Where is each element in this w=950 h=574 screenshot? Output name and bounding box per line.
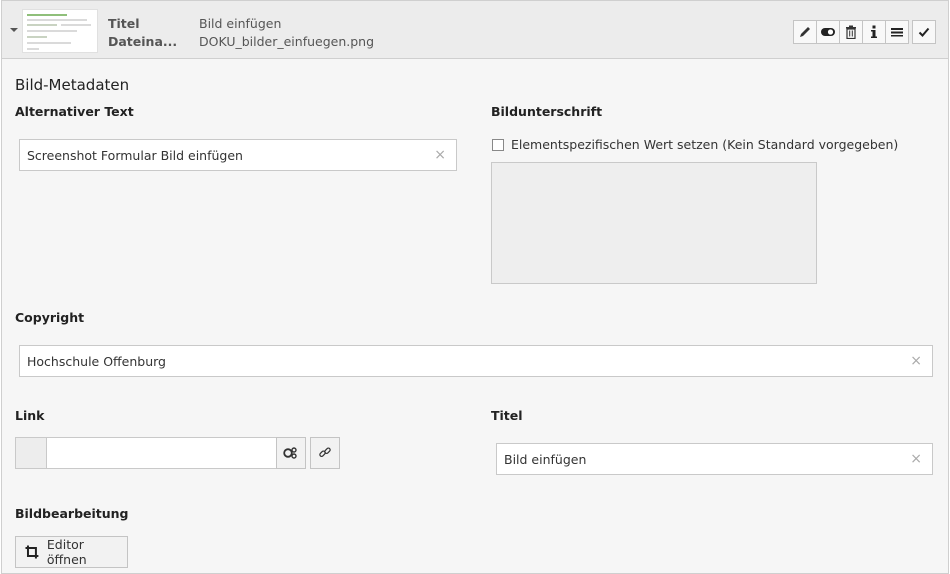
confirm-button[interactable] <box>912 20 936 44</box>
image-thumbnail <box>22 9 98 53</box>
crop-icon <box>25 545 39 559</box>
caption-override-row: Elementspezifischen Wert setzen (Kein St… <box>492 137 898 152</box>
file-reference-panel: Titel Bild einfügen Dateina... DOKU_bild… <box>1 0 949 574</box>
link-input[interactable] <box>46 437 277 469</box>
menu-icon <box>891 28 903 37</box>
title-label: Titel <box>491 408 523 423</box>
header-title-value: Bild einfügen <box>199 16 282 31</box>
section-title: Bild-Metadaten <box>15 76 130 94</box>
copyright-label: Copyright <box>15 310 85 325</box>
header-toolbar <box>793 20 936 44</box>
alt-text-input[interactable]: Screenshot Formular Bild einfügen × <box>19 139 457 171</box>
info-icon <box>871 25 877 38</box>
trash-icon <box>846 25 856 39</box>
check-icon <box>918 27 930 37</box>
alt-text-clear-icon[interactable]: × <box>434 147 446 163</box>
title-input[interactable]: Bild einfügen × <box>496 443 933 475</box>
panel-header[interactable]: Titel Bild einfügen Dateina... DOKU_bild… <box>2 1 948 59</box>
open-editor-label: Editor öffnen <box>46 537 87 567</box>
caption-textarea[interactable] <box>491 162 817 284</box>
visibility-toggle-button[interactable] <box>816 20 840 44</box>
title-clear-icon[interactable]: × <box>910 451 922 467</box>
link-label: Link <box>15 408 45 423</box>
title-value: Bild einfügen <box>504 452 587 467</box>
image-edit-label: Bildbearbeitung <box>15 506 129 521</box>
collapse-caret-icon[interactable] <box>10 28 18 32</box>
edit-button[interactable] <box>793 20 817 44</box>
link-wizard-button[interactable] <box>276 437 306 469</box>
copyright-clear-icon[interactable]: × <box>910 353 922 369</box>
caption-override-checkbox[interactable] <box>492 138 504 151</box>
header-filename-value: DOKU_bilder_einfuegen.png <box>199 34 375 49</box>
header-title-label: Titel <box>108 16 140 31</box>
delete-button[interactable] <box>839 20 863 44</box>
open-editor-button[interactable]: Editor öffnen <box>15 536 128 568</box>
copyright-input[interactable]: Hochschule Offenburg × <box>19 345 933 377</box>
sort-handle-button[interactable] <box>885 20 909 44</box>
alt-text-value: Screenshot Formular Bild einfügen <box>27 148 243 163</box>
caption-label: Bildunterschrift <box>491 104 603 119</box>
link-addon <box>15 437 47 469</box>
caption-override-label: Elementspezifischen Wert setzen (Kein St… <box>511 137 899 152</box>
pencil-icon <box>800 27 810 37</box>
info-button[interactable] <box>862 20 886 44</box>
toggle-icon <box>821 28 835 36</box>
chain-link-icon <box>319 447 331 458</box>
alt-text-label: Alternativer Text <box>15 104 134 119</box>
link-unlink-icon <box>283 447 297 459</box>
header-filename-label: Dateina... <box>108 34 178 49</box>
link-browser-button[interactable] <box>310 437 340 469</box>
copyright-value: Hochschule Offenburg <box>27 354 166 369</box>
